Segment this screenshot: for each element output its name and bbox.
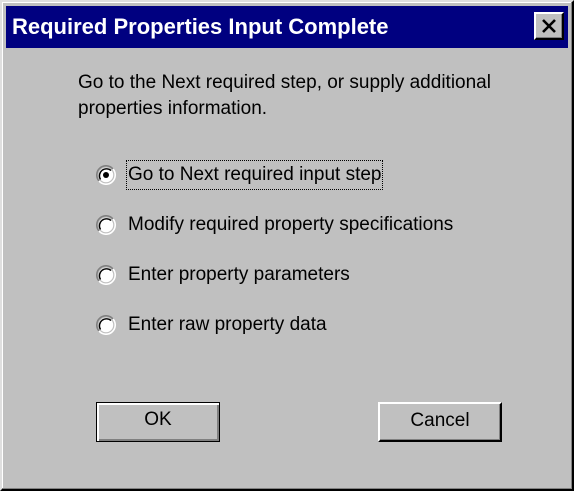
dialog-message: Go to the Next required step, or supply … [78,72,491,119]
radio-label: Modify required property specifications [128,214,454,235]
close-button[interactable] [534,12,564,40]
radio-button-unchecked[interactable] [96,265,116,285]
radio-label: Enter property parameters [128,264,350,285]
radio-label: Go to Next required input step [125,160,384,190]
radio-label: Enter raw property data [128,314,327,335]
dialog-window: Required Properties Input Complete Go to… [0,0,574,491]
radio-option-enter-parameters[interactable]: Enter property parameters [96,260,516,290]
radio-button-unchecked[interactable] [96,315,116,335]
window-title: Required Properties Input Complete [12,14,389,39]
radio-option-enter-raw-data[interactable]: Enter raw property data [96,310,516,340]
radio-option-next-step[interactable]: Go to Next required input step [96,160,516,190]
close-icon [542,19,556,33]
cancel-button[interactable]: Cancel [378,402,502,442]
radio-button-unchecked[interactable] [96,215,116,235]
ok-button[interactable]: OK [96,402,220,442]
title-bar[interactable]: Required Properties Input Complete [6,6,568,48]
radio-option-modify-specifications[interactable]: Modify required property specifications [96,210,516,240]
radio-button-checked[interactable] [96,165,116,185]
